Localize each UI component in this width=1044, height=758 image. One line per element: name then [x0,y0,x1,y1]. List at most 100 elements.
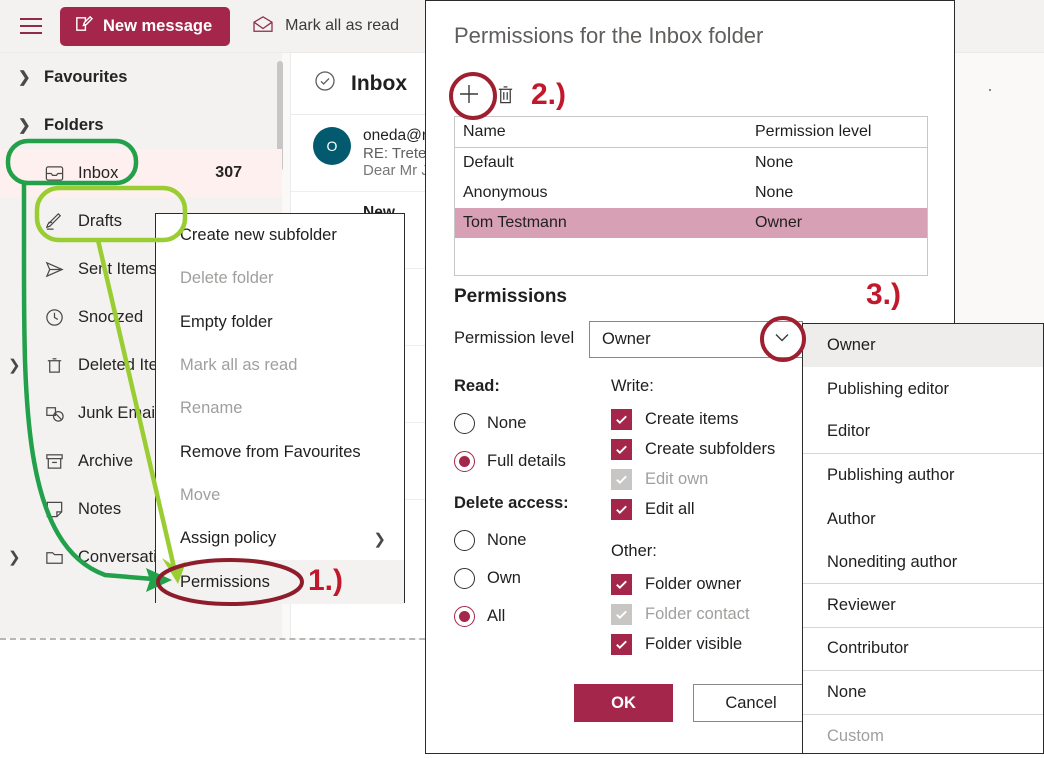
sidebar-item-favourites[interactable]: ❯ Favourites [0,53,282,101]
cell-level: Owner [755,214,803,231]
mark-all-as-read-label: Mark all as read [285,17,399,34]
message-preview: Dear Mr J [363,162,429,179]
sent-paperplane-icon [44,259,78,280]
menu-item-mark-all-as-read: Mark all as read [156,344,404,387]
dropdown-option-label: Publishing editor [827,379,949,398]
avatar: O [313,127,351,165]
menu-item-label: Remove from Favourites [180,442,361,461]
cell-name: Anonymous [463,184,548,201]
dropdown-option-label: Author [827,509,876,528]
checkbox-label: Folder visible [645,634,743,653]
radio-read-none[interactable]: None [454,404,619,442]
dropdown-option-label: Custom [827,726,884,745]
dropdown-option-custom: Custom [803,715,1043,758]
menu-item-move: Move [156,474,404,517]
check-icon-disabled [611,603,632,625]
radio-delete-own[interactable]: Own [454,559,619,597]
permission-level-label: Permission level [454,329,575,347]
mark-all-as-read-button[interactable]: Mark all as read [252,15,399,38]
check-icon [611,573,632,595]
sidebar-item-inbox[interactable]: Inbox 307 [0,149,282,197]
hamburger-menu-icon[interactable] [20,18,42,34]
message-subject: RE: Treten [363,145,435,162]
menu-item-label: Assign policy [180,529,277,548]
read-group-title: Read: [454,377,500,395]
radio-delete-all[interactable]: All [454,597,619,635]
table-row[interactable]: Default None [455,148,927,178]
sidebar-label: Archive [78,451,134,470]
new-message-button[interactable]: New message [60,6,231,46]
dropdown-option-owner[interactable]: Owner [803,324,1043,368]
menu-item-label: Permissions [180,572,270,591]
table-row-selected[interactable]: Tom Testmann Owner [455,208,927,238]
table-row[interactable]: Anonymous None [455,178,927,208]
dropdown-option-label: Contributor [827,639,909,658]
select-all-check-icon[interactable] [313,69,337,98]
dropdown-option-contributor[interactable]: Contributor [803,628,1043,672]
radio-icon [454,529,475,551]
permissions-table: Name Permission level Default None Anony… [454,116,928,276]
dialog-title: Permissions for the Inbox folder [454,23,764,48]
dropdown-option-label: Reviewer [827,596,896,615]
radio-delete-none[interactable]: None [454,521,619,559]
chevron-down-icon[interactable]: ❯ [8,548,34,566]
radio-icon-selected [454,605,475,627]
checkbox-label: Create subfolders [645,439,776,458]
menu-item-label: Empty folder [180,312,273,331]
ok-button[interactable]: OK [574,684,673,722]
checkbox-label: Edit own [645,469,709,488]
menu-item-empty-folder[interactable]: Empty folder [156,301,404,344]
cell-name: Tom Testmann [463,214,567,231]
chevron-down-icon[interactable] [770,325,794,354]
menu-item-create-new-subfolder[interactable]: Create new subfolder [156,214,404,257]
dropdown-option-none[interactable]: None [803,671,1043,715]
dialog-buttons: OK Cancel [574,684,809,722]
menu-item-permissions[interactable]: Permissions [156,560,404,604]
sidebar-label: Snoozed [78,307,144,326]
table-header-row: Name Permission level [455,117,927,148]
dropdown-option-label: Nonediting author [827,552,958,571]
dropdown-option-publishing-author[interactable]: Publishing author [803,454,1043,497]
read-and-delete-column: Read: None Full details Delete access: N… [454,377,619,635]
permission-level-select[interactable]: Owner [589,321,803,358]
decorative-dot [989,89,991,91]
add-permission-button[interactable] [454,79,484,109]
dropdown-option-nonediting-author[interactable]: Nonediting author [803,541,1043,585]
chevron-right-icon[interactable]: ❯ [8,356,34,374]
menu-item-remove-from-favourites[interactable]: Remove from Favourites [156,430,404,473]
check-icon [611,438,632,460]
menu-item-assign-policy[interactable]: Assign policy ❯ [156,517,404,560]
dropdown-option-label: None [827,682,867,701]
permission-level-dropdown: Owner Publishing editor Editor Publishin… [802,323,1044,754]
sidebar-item-folders[interactable]: ❯ Folders [0,101,282,149]
checkbox-label: Folder owner [645,574,742,593]
chevron-right-icon: ❯ [373,530,386,548]
sidebar-label: Notes [78,499,122,518]
archive-box-icon [44,451,78,472]
delete-permission-button[interactable] [496,84,515,105]
dropdown-option-publishing-editor[interactable]: Publishing editor [803,367,1043,410]
check-icon [611,498,632,520]
clock-icon [44,307,78,328]
cell-level: None [755,154,794,171]
dropdown-option-author[interactable]: Author [803,498,1043,541]
delete-access-group-title: Delete access: [454,494,569,512]
checkbox-label: Edit all [645,499,695,518]
check-icon-disabled [611,468,632,490]
cancel-button[interactable]: Cancel [693,684,809,722]
sidebar-label: Sent Items [78,259,157,278]
column-header-permission-level: Permission level [755,123,872,140]
drafts-pencil-icon [44,211,78,232]
menu-item-label: Create new subfolder [180,226,337,245]
permissions-toolbar [454,79,515,109]
menu-item-rename: Rename [156,387,404,430]
checkbox-label: Create items [645,409,739,428]
notes-icon [44,499,78,520]
radio-label: Own [487,568,521,587]
dropdown-option-editor[interactable]: Editor [803,411,1043,455]
radio-label: None [487,413,527,432]
radio-read-full-details[interactable]: Full details [454,442,619,480]
radio-icon-selected [454,450,475,472]
dropdown-option-reviewer[interactable]: Reviewer [803,584,1043,628]
inbox-unread-count: 307 [215,164,242,181]
